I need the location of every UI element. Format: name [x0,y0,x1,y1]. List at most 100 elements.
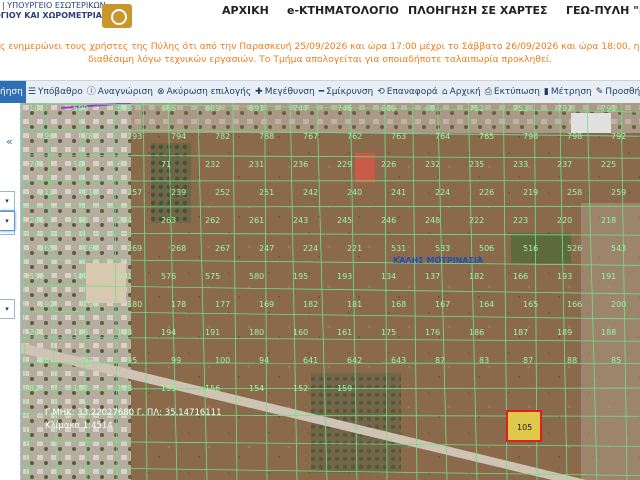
parcel-label[interactable]: 225 [601,160,616,169]
parcel-label[interactable]: 531 [391,244,406,253]
parcel-label[interactable]: 95 [127,356,137,365]
parcel-label[interactable]: 254 [117,216,132,225]
parcel-label[interactable]: 239 [171,188,186,197]
parcel-label[interactable]: 218 [601,216,616,225]
parcel-label[interactable]: 243 [293,216,308,225]
nav-geo-portal[interactable]: ΓΕΩ-ΠΥΛΗ "ΙΝ [566,4,640,17]
parcel-label[interactable]: 226 [381,160,396,169]
parcel-label[interactable]: 160 [293,328,308,337]
parcel-label[interactable]: 260 [29,216,44,225]
parcel-label[interactable]: 689 [205,104,220,113]
parcel-label[interactable]: 575 [205,272,220,281]
parcel-label[interactable]: 222 [469,216,484,225]
parcel-label[interactable]: 251 [259,188,274,197]
toolbar-item-6[interactable]: ⟲ Επαναφορά [375,81,440,103]
parcel-label[interactable]: 156 [205,384,220,393]
parcel-label[interactable]: 226 [479,188,494,197]
parcel-label[interactable]: 762 [347,132,362,141]
parcel-label[interactable]: 187 [513,328,528,337]
parcel-label[interactable]: 798 [567,132,582,141]
parcel-label[interactable]: 792 [611,132,626,141]
parcel-label[interactable]: 258 [567,188,582,197]
parcel-label[interactable]: 158 [117,384,132,393]
parcel-label[interactable]: 785 [29,160,44,169]
parcel-label[interactable]: 87 [435,356,445,365]
toolbar-item-7[interactable]: ⌂ Αρχική [440,81,483,103]
parcel-label[interactable]: 180 [249,328,264,337]
parcel-label[interactable]: 182 [469,272,484,281]
parcel-label[interactable]: 193 [337,272,352,281]
parcel-label[interactable]: 526 [567,244,582,253]
parcel-label[interactable]: 216 [83,188,98,197]
parcel-label[interactable]: 159 [337,384,352,393]
parcel-label[interactable]: 176 [425,328,440,337]
toolbar-item-2[interactable]: ⓘ Αναγνώριση [85,81,155,103]
parcel-label[interactable]: 175 [381,328,396,337]
parcel-label[interactable]: 196 [73,328,88,337]
parcel-label[interactable]: 229 [337,160,352,169]
parcel-label[interactable]: 782 [215,132,230,141]
parcel-label[interactable]: 154 [249,384,264,393]
parcel-label[interactable]: 68 [425,104,435,113]
parcel-label[interactable]: 506 [479,244,494,253]
parcel-label[interactable]: 232 [425,160,440,169]
parcel-label[interactable]: 642 [347,356,362,365]
nav-e-ktimatologio[interactable]: e-ΚΤΗΜΑΤΟΛΟΓΙΟ [287,4,399,17]
parcel-label[interactable]: 88 [567,356,577,365]
parcel-label[interactable]: 99 [171,356,181,365]
parcel-label[interactable]: 539 [29,272,44,281]
toolbar-item-9[interactable]: ▮ Μέτρηση [542,81,594,103]
parcel-label[interactable]: 516 [523,244,538,253]
parcel-label[interactable]: 198 [117,328,132,337]
parcel-label[interactable]: 224 [435,188,450,197]
parcel-label[interactable]: 245 [337,216,352,225]
parcel-label[interactable]: 169 [259,300,274,309]
toolbar-item-3[interactable]: ⊗ Ακύρωση επιλογής [155,81,253,103]
parcel-label[interactable]: 101 [29,104,44,113]
parcel-label[interactable]: 55 [73,160,83,169]
parcel-label[interactable]: 781 [83,132,98,141]
parcel-label[interactable]: 269 [127,244,142,253]
parcel-label[interactable]: 643 [391,356,406,365]
parcel-label[interactable]: 257 [127,188,142,197]
parcel-label[interactable]: 266 [83,244,98,253]
parcel-label[interactable]: 247 [259,244,274,253]
parcel-label[interactable]: 252 [215,188,230,197]
parcel-label[interactable]: 134 [381,272,396,281]
parcel-label[interactable]: 233 [513,160,528,169]
parcel-label[interactable]: 686 [161,104,176,113]
parcel-label[interactable]: 641 [303,356,318,365]
parcel-label[interactable]: 691 [249,104,264,113]
parcel-label[interactable]: 767 [303,132,318,141]
parcel-label[interactable]: 753 [513,104,528,113]
parcel-label[interactable]: 541 [117,272,132,281]
parcel-label[interactable]: 557 [73,272,88,281]
parcel-label[interactable]: 794 [171,132,186,141]
parcel-label[interactable]: 181 [347,300,362,309]
parcel-label[interactable]: 609 [73,104,88,113]
parcel-label[interactable]: 195 [293,272,308,281]
parcel-label[interactable]: 793 [127,132,142,141]
parcel-label[interactable]: 201 [29,328,44,337]
map-canvas[interactable]: 101 609 669 686 689 691 747 746 609 68 752 753 792 79… [21,103,640,480]
parcel-label[interactable]: 200 [611,300,626,309]
parcel-label[interactable]: 253 [73,216,88,225]
parcel-label[interactable]: 168 [391,300,406,309]
parcel-label[interactable]: 193 [557,272,572,281]
parcel-label[interactable]: 71 [161,160,171,169]
parcel-label[interactable]: 752 [469,104,484,113]
parcel-label[interactable]: 165 [523,300,538,309]
parcel-label[interactable]: 167 [435,300,450,309]
nav-map-navigation[interactable]: ΠΛΟΗΓΗΣΗ ΣΕ ΧΑΡΤΕΣ [408,4,548,17]
parcel-label[interactable]: 152 [293,384,308,393]
parcel-label[interactable]: 190 [83,300,98,309]
parcel-label[interactable]: 166 [567,300,582,309]
parcel-label[interactable]: 189 [557,328,572,337]
collapse-panel-icon[interactable]: « [6,135,13,148]
parcel-label[interactable]: 268 [171,244,186,253]
parcel-label[interactable]: 267 [215,244,230,253]
toolbar-item-0[interactable]: ήηση [0,81,26,103]
parcel-label[interactable]: 261 [249,216,264,225]
toolbar-item-5[interactable]: ━ Σμίκρυνση [317,81,376,103]
parcel-label[interactable]: 259 [611,188,626,197]
